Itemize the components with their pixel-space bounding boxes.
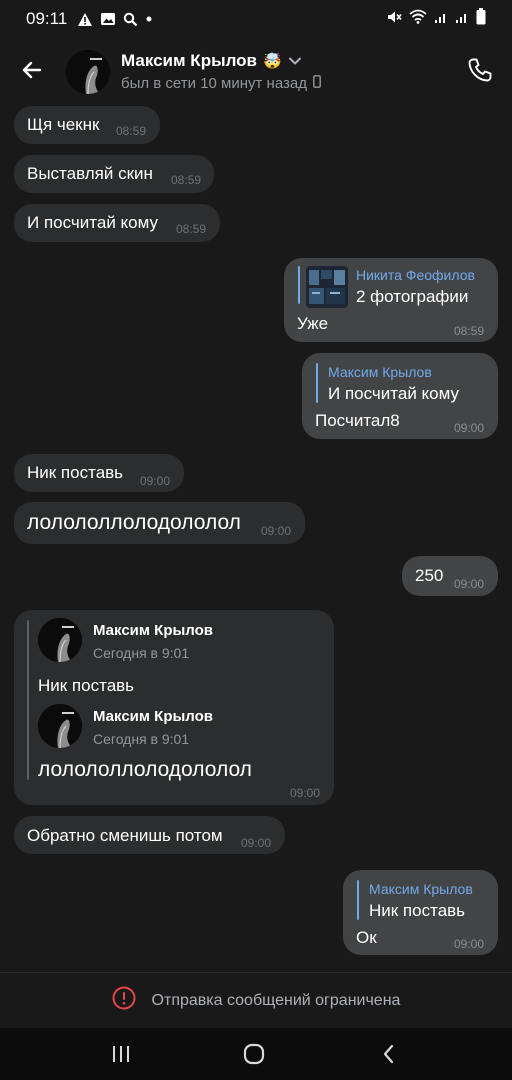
- message-time: 08:59: [171, 173, 202, 187]
- reply-preview: И посчитай кому: [328, 384, 459, 403]
- search-notification-icon: [123, 12, 138, 27]
- incoming-message[interactable]: И посчитай кому 08:59: [14, 204, 220, 242]
- message-time: 09:00: [140, 474, 171, 488]
- forwarded-author-name: Максим Крылов: [93, 708, 213, 725]
- reply-photo-thumbnail: [306, 266, 348, 308]
- message-text: Уже: [297, 314, 329, 333]
- contact-status: был в сети 10 минут назад: [121, 75, 321, 92]
- mobile-phone-icon: [313, 75, 321, 92]
- forwarded-text: лолололлолодололол: [38, 758, 252, 781]
- incoming-message[interactable]: лолололлолодололол 09:00: [14, 502, 305, 544]
- reply-author: Никита Феофилов: [356, 267, 475, 283]
- outgoing-message-reply[interactable]: Максим Крылов И посчитай кому Посчитал8 …: [302, 353, 498, 439]
- message-time: 09:00: [261, 524, 292, 538]
- message-time: 08:59: [116, 124, 147, 138]
- contact-avatar[interactable]: [66, 50, 110, 94]
- status-bar: 09:11: [0, 0, 512, 38]
- incoming-message[interactable]: Ник поставь 09:00: [14, 454, 184, 492]
- message-time: 08:59: [176, 222, 207, 236]
- recent-apps-icon[interactable]: [105, 1038, 137, 1070]
- message-text: лолололлолодололол: [27, 511, 241, 534]
- message-text: Посчитал8: [315, 411, 400, 430]
- messaging-restricted-notice: Отправка сообщений ограничена: [0, 972, 512, 1028]
- contact-status-text: был в сети 10 минут назад: [121, 75, 307, 92]
- message-text: Обратно сменишь потом: [27, 826, 223, 845]
- forwarded-author-name: Максим Крылов: [93, 622, 213, 639]
- reply-quote-bar: [298, 266, 300, 304]
- message-text: Выставляй скин: [27, 164, 153, 183]
- reply-quote-bar: [316, 363, 318, 403]
- chat-header: Максим Крылов 🤯 был в сети 10 минут наза…: [0, 38, 512, 102]
- message-text: 250: [415, 566, 444, 585]
- forwarded-text: Ник поставь: [38, 676, 135, 695]
- reply-quote-bar: [357, 880, 359, 920]
- contact-name[interactable]: Максим Крылов 🤯: [121, 51, 302, 71]
- outgoing-message[interactable]: 250 09:00: [402, 556, 498, 596]
- forwarded-author-avatar: [38, 618, 82, 662]
- wifi-icon: [409, 9, 427, 29]
- alert-circle-icon: [112, 986, 136, 1015]
- incoming-message[interactable]: Выставляй скин 08:59: [14, 155, 214, 193]
- forwarded-author-avatar: [38, 704, 82, 748]
- message-time: 09:00: [290, 786, 321, 800]
- reply-author: Максим Крылов: [328, 364, 432, 380]
- phone-call-icon[interactable]: [464, 54, 496, 86]
- reply-preview: 2 фотографии: [356, 287, 469, 306]
- more-notifications-dot-icon: [145, 15, 153, 23]
- signal-icon: [434, 10, 448, 29]
- message-text: И посчитай кому: [27, 213, 158, 232]
- forwarded-date: Сегодня в 9:01: [93, 645, 190, 661]
- reply-preview: Ник поставь: [369, 901, 466, 920]
- back-nav-icon[interactable]: [373, 1038, 405, 1070]
- message-text: Ок: [356, 928, 377, 947]
- message-time: 08:59: [454, 324, 485, 338]
- message-time: 09:00: [454, 421, 485, 435]
- incoming-message[interactable]: Щя чекнк 08:59: [14, 106, 160, 144]
- chevron-down-icon[interactable]: [288, 51, 302, 71]
- warning-notification-icon: [77, 12, 93, 27]
- incoming-forwarded-message[interactable]: Максим Крылов Сегодня в 9:01 Ник поставь…: [14, 610, 334, 805]
- contact-emoji: 🤯: [263, 53, 282, 70]
- restricted-text: Отправка сообщений ограничена: [151, 991, 401, 1009]
- message-time: 09:00: [454, 577, 485, 591]
- incoming-message[interactable]: Обратно сменишь потом 09:00: [14, 816, 285, 854]
- gallery-notification-icon: [100, 12, 116, 26]
- message-text: Щя чекнк: [27, 115, 100, 134]
- outgoing-message-reply[interactable]: Никита Феофилов 2 фотографии Уже 08:59: [284, 258, 498, 342]
- message-text: Ник поставь: [27, 463, 124, 482]
- message-time: 09:00: [241, 836, 272, 850]
- message-time: 09:00: [454, 937, 485, 951]
- mute-icon: [386, 9, 402, 30]
- outgoing-message-reply[interactable]: Максим Крылов Ник поставь Ок 09:00: [343, 870, 498, 955]
- home-icon[interactable]: [238, 1038, 270, 1070]
- status-time: 09:11: [26, 9, 68, 28]
- contact-name-text: Максим Крылов: [121, 51, 257, 70]
- battery-icon: [476, 8, 486, 30]
- signal-icon: [455, 10, 469, 29]
- forwarded-date: Сегодня в 9:01: [93, 731, 190, 747]
- forward-quote-bar: [27, 620, 29, 780]
- back-arrow-icon[interactable]: [16, 54, 48, 86]
- reply-author: Максим Крылов: [369, 881, 473, 897]
- system-navigation-bar: [0, 1028, 512, 1080]
